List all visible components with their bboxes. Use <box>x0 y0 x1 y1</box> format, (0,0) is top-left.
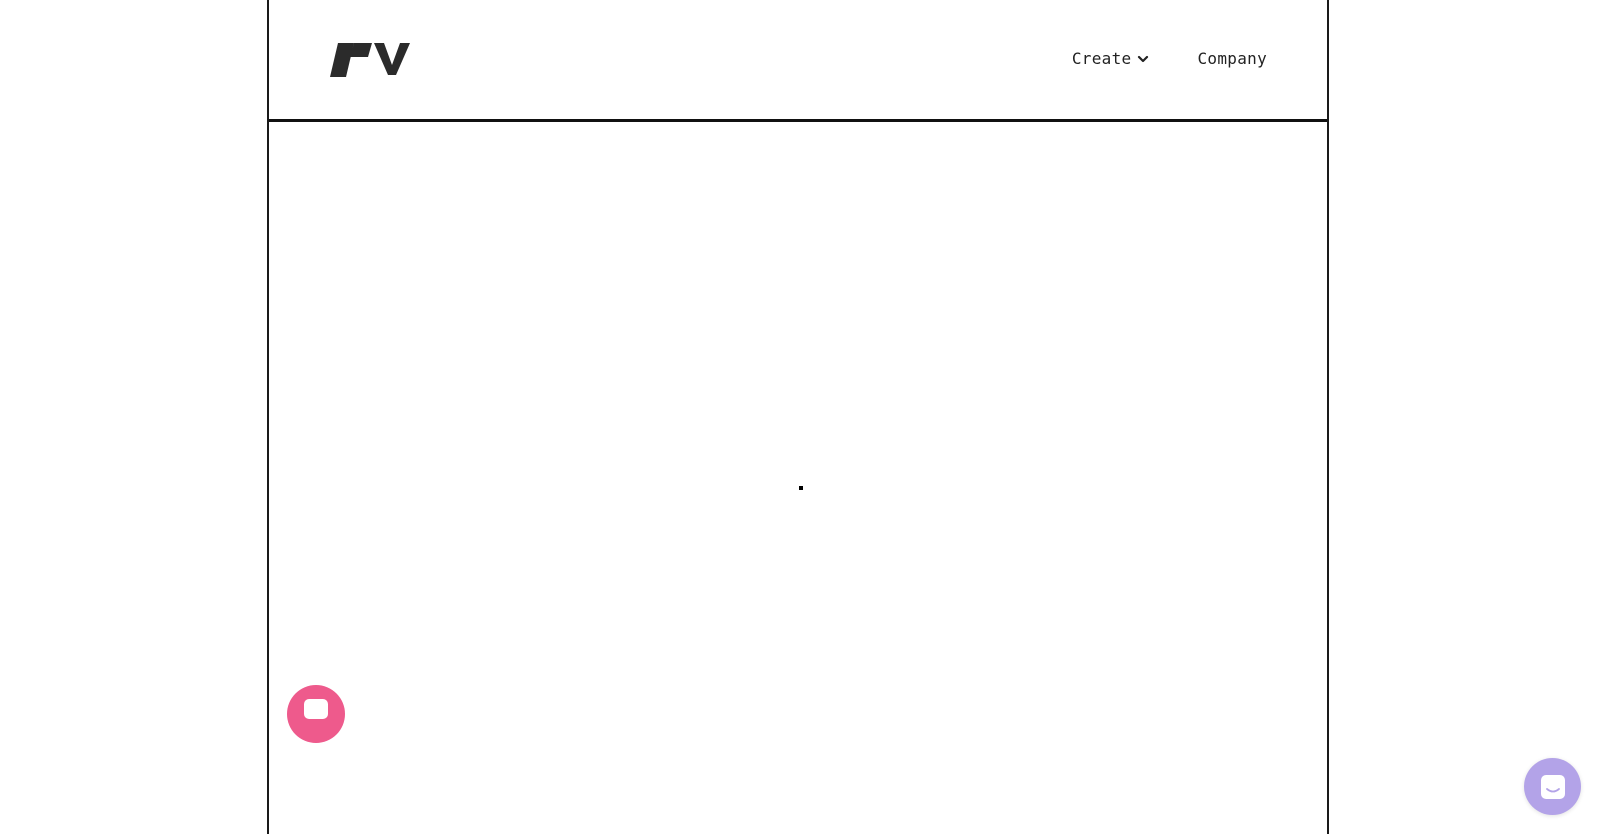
chat-bubble-icon <box>1541 775 1565 799</box>
nav-item-create-label: Create <box>1071 49 1132 68</box>
nav-item-create[interactable]: Create <box>1072 49 1150 68</box>
loading-indicator <box>799 486 803 490</box>
page-frame: Create Company <box>267 0 1329 834</box>
nav-item-company[interactable]: Company <box>1197 49 1267 68</box>
main-nav: Create Company <box>1072 49 1267 68</box>
feedback-button[interactable] <box>287 685 345 743</box>
brand-logo-link[interactable] <box>330 43 410 77</box>
main-content <box>269 125 1327 834</box>
chevron-down-icon <box>1138 55 1149 62</box>
nav-item-company-label: Company <box>1197 49 1267 68</box>
brand-logo-icon <box>330 43 410 77</box>
chat-launcher-button[interactable] <box>1524 758 1581 815</box>
message-icon <box>304 699 328 719</box>
site-header: Create Company <box>269 0 1327 122</box>
